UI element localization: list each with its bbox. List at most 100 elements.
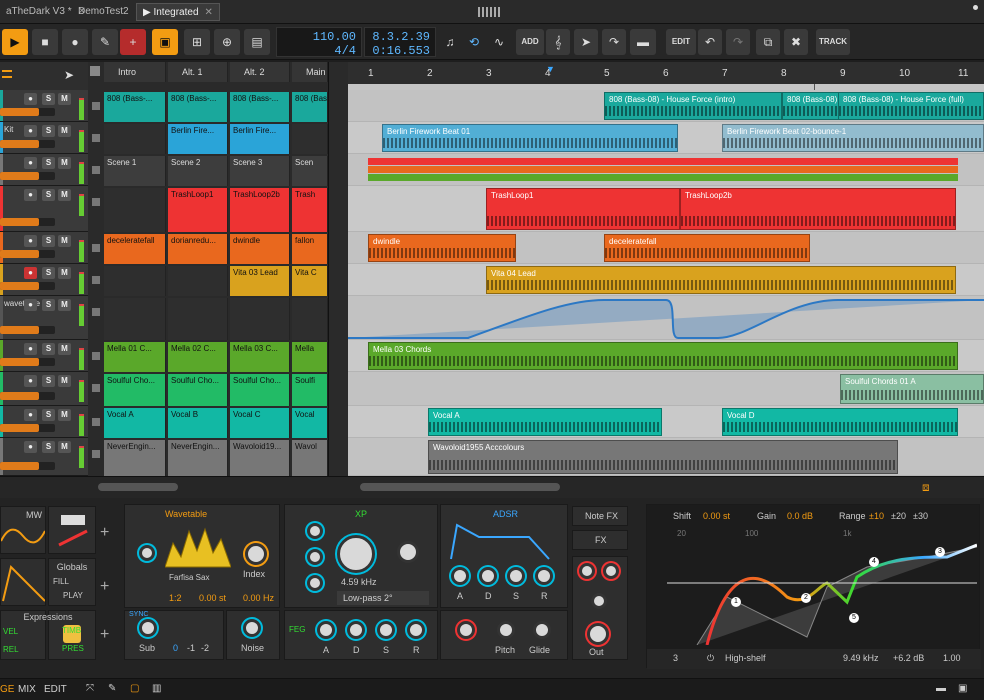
launcher-clip-slot[interactable]: TrashLoop2b [230, 188, 290, 232]
filter-type-title[interactable]: XP [355, 509, 367, 519]
launcher-clip-slot[interactable] [104, 298, 166, 340]
arranger-clip[interactable]: Wavoloid1955 Acccolours [428, 440, 898, 474]
piano-icon[interactable]: 𝄞 [546, 29, 570, 55]
solo-button[interactable]: S [42, 157, 55, 169]
launcher-overdub-button[interactable]: ⊞ [184, 29, 210, 55]
solo-button[interactable]: S [42, 299, 55, 311]
filter-section[interactable]: XP 4.59 kHz Low-pass 2° [284, 504, 438, 608]
index-knob[interactable] [245, 543, 267, 565]
delete-icon[interactable]: ✖ [784, 29, 808, 55]
env-amount-knob[interactable] [457, 621, 475, 639]
track-header[interactable]: ● S M [0, 264, 88, 296]
launcher-clip-slot[interactable]: TrashLoop1 [168, 188, 228, 232]
wavetable-display[interactable] [165, 523, 231, 571]
hz-value[interactable]: 0.00 Hz [243, 593, 274, 603]
out-mod-knob-1[interactable] [579, 563, 595, 579]
timeline-ruler[interactable]: 1 2 3 4 5 6 7 8 9 10 11 [348, 62, 984, 84]
mute-button[interactable]: M [58, 375, 71, 387]
track-header[interactable]: ● S M [0, 232, 88, 264]
track-header[interactable]: ● S M [0, 90, 88, 122]
arranger-clip[interactable]: Berlin Firework Beat 01 [382, 124, 678, 152]
folder-icon[interactable]: ▬ [630, 29, 656, 55]
launcher-clip-slot[interactable]: Mella 02 C... [168, 342, 228, 372]
mute-dot-icon[interactable]: ● [24, 299, 37, 311]
launcher-clip-slot[interactable]: NeverEngin... [104, 440, 166, 476]
close-icon[interactable]: ✕ [205, 7, 213, 18]
mute-dot-icon[interactable]: ● [24, 157, 37, 169]
arranger-clip[interactable]: Vocal A [428, 408, 662, 436]
track-stop-icon[interactable] [92, 276, 100, 284]
feg-attack-knob[interactable] [317, 621, 335, 639]
tempo-value[interactable]: 110.00 [313, 30, 356, 44]
launcher-clip-slot[interactable]: Scene 1 [104, 156, 166, 186]
noise-section[interactable]: Noise [226, 610, 280, 660]
pan-knob[interactable] [591, 593, 607, 609]
filter-mod-knob-3[interactable] [307, 575, 323, 591]
solo-button[interactable]: S [42, 267, 55, 279]
launcher-clip-slot[interactable]: Mella [292, 342, 328, 372]
arranger-clip[interactable]: 808 (Bass-08) - House Force (full) [838, 92, 984, 120]
eq-curve-display[interactable] [667, 527, 977, 645]
solo-button[interactable]: S [42, 93, 55, 105]
amp-envelope[interactable]: ADSR A D S R [440, 504, 568, 608]
redo-icon[interactable]: ↷ [726, 29, 750, 55]
position-display[interactable]: 8.3.2.39 0:16.553 [364, 27, 436, 58]
filter-mod-knob-1[interactable] [307, 523, 323, 539]
track-stop-icon[interactable] [92, 384, 100, 392]
loop-button[interactable]: ⟲ [462, 29, 486, 55]
arrow-tool-icon[interactable]: ➤ [574, 29, 598, 55]
feg-decay-knob[interactable] [347, 621, 365, 639]
automation-write-button[interactable]: ✎ [92, 29, 118, 55]
add-modulator-icon-2[interactable]: + [100, 578, 109, 596]
mute-dot-icon[interactable]: ● [24, 441, 37, 453]
range-30-option[interactable]: ±30 [913, 511, 928, 521]
volume-fader[interactable] [0, 218, 55, 226]
automation-icon[interactable]: ✎ [108, 683, 116, 694]
feg-sustain-knob[interactable] [377, 621, 395, 639]
band-q[interactable]: 1.00 [943, 653, 961, 663]
mute-dot-icon[interactable]: ● [24, 375, 37, 387]
octave-0[interactable]: 0 [173, 643, 178, 653]
track-button[interactable]: TRACK [816, 29, 850, 55]
launcher-clip-slot[interactable]: Vocal [292, 408, 328, 438]
record-button[interactable]: ● [62, 29, 88, 55]
launcher-clip-slot[interactable]: Mella 01 C... [104, 342, 166, 372]
arranger-scrollbar[interactable] [360, 483, 560, 491]
eq-band-2-handle[interactable]: 2 [801, 593, 811, 603]
browser-icon[interactable]: ▣ [958, 683, 967, 694]
arranger-clip[interactable]: 808 (Bass-08) [782, 92, 842, 120]
edit-view-tab[interactable]: EDIT [44, 684, 67, 695]
launcher-scroll-strip[interactable] [328, 62, 348, 476]
launcher-clip-slot[interactable]: 808 (Bass-... [230, 92, 290, 122]
launcher-clip-slot[interactable]: Soulful Cho... [104, 374, 166, 406]
launcher-clip-slot[interactable]: fallon [292, 234, 328, 264]
stop-button[interactable]: ■ [32, 29, 58, 55]
launcher-clip-slot[interactable] [104, 124, 166, 154]
arranger-clip[interactable]: dwindle [368, 234, 516, 262]
track-stop-icon[interactable] [92, 244, 100, 252]
note-modulator[interactable] [48, 506, 96, 554]
shift-value[interactable]: 0.00 st [703, 511, 730, 521]
band-frequency[interactable]: 9.49 kHz [843, 653, 879, 663]
filter-envelope[interactable]: FEG A D S R [284, 610, 438, 660]
eq-band-5-handle[interactable]: 5 [849, 613, 859, 623]
launcher-clip-slot[interactable]: dorianredu... [168, 234, 228, 264]
solo-button[interactable]: S [42, 441, 55, 453]
launcher-clip-slot[interactable]: Trash [292, 188, 328, 232]
mute-dot-icon[interactable]: ● [24, 343, 37, 355]
track-header[interactable]: wavetable ● S M [0, 296, 88, 340]
pitch-glide-section[interactable]: Pitch Glide [440, 610, 568, 660]
mute-button[interactable]: M [58, 93, 71, 105]
globals-modulator[interactable]: Globals FILL PLAY [48, 558, 96, 606]
arranger-clip[interactable]: 808 (Bass-08) - House Force (intro) [604, 92, 782, 120]
launcher-clip-slot[interactable]: Soulful Cho... [168, 374, 228, 406]
out-mod-knob-2[interactable] [603, 563, 619, 579]
cue-marker-bar[interactable] [368, 174, 958, 181]
volume-fader[interactable] [0, 358, 55, 366]
band-number[interactable]: 3 [673, 653, 678, 663]
inspector-icon[interactable]: ▬ [936, 683, 946, 694]
undo-icon[interactable]: ↶ [698, 29, 722, 55]
launcher-clip-slot[interactable] [168, 298, 228, 340]
launcher-clip-slot[interactable]: Soulfi [292, 374, 328, 406]
add-button[interactable]: ADD [516, 29, 544, 55]
